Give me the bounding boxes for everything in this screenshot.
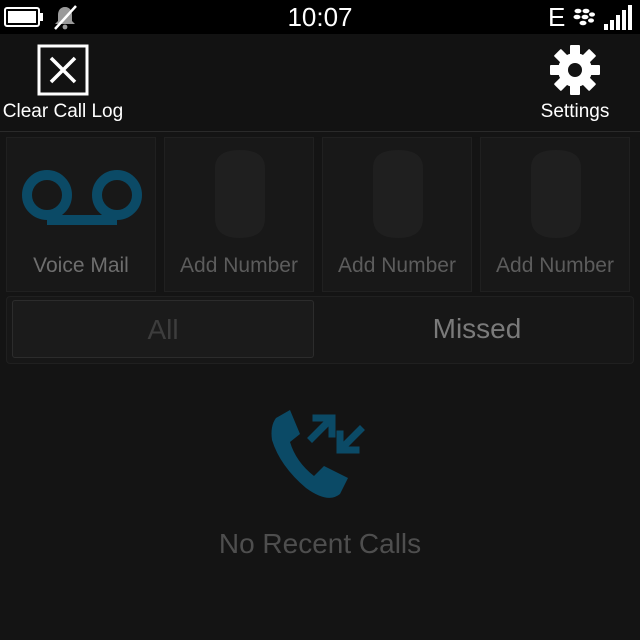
contact-silhouette-icon xyxy=(215,150,265,238)
action-bar: Clear Call Log Settings xyxy=(0,34,640,132)
speed-dial-label: Add Number xyxy=(338,254,456,277)
contact-silhouette-icon xyxy=(373,150,423,238)
tab-missed[interactable]: Missed xyxy=(325,300,629,358)
blackberry-icon xyxy=(573,8,595,26)
status-bar: 10:07 E xyxy=(0,0,640,34)
speed-dial-label: Add Number xyxy=(496,254,614,277)
network-type: E xyxy=(548,2,566,32)
tab-all[interactable]: All xyxy=(12,300,314,358)
settings-label: Settings xyxy=(540,101,610,122)
clear-call-log-label: Clear Call Log xyxy=(2,101,124,122)
signal-bars-icon xyxy=(604,5,632,30)
contact-silhouette-icon xyxy=(531,150,581,238)
speed-dial-add-number[interactable]: Add Number xyxy=(322,137,472,292)
call-filter: All Missed xyxy=(6,296,634,364)
speed-dial-label: Voice Mail xyxy=(33,254,129,277)
clock: 10:07 xyxy=(287,2,353,32)
speed-dial-add-number[interactable]: Add Number xyxy=(480,137,630,292)
speed-dial-label: Add Number xyxy=(180,254,298,277)
clear-call-log-button[interactable]: Clear Call Log xyxy=(0,34,126,131)
close-box-icon xyxy=(37,44,89,96)
voicemail-icon xyxy=(22,170,142,225)
speed-dial-add-number[interactable]: Add Number xyxy=(164,137,314,292)
speed-dial-voice-mail[interactable]: Voice Mail xyxy=(6,137,156,292)
empty-state-message: No Recent Calls xyxy=(218,528,422,559)
gear-icon xyxy=(550,45,600,95)
settings-button[interactable]: Settings xyxy=(530,34,620,131)
speed-dial: Voice Mail Add Number Add Number Add Num… xyxy=(6,137,640,292)
recent-calls-icon xyxy=(271,410,365,498)
